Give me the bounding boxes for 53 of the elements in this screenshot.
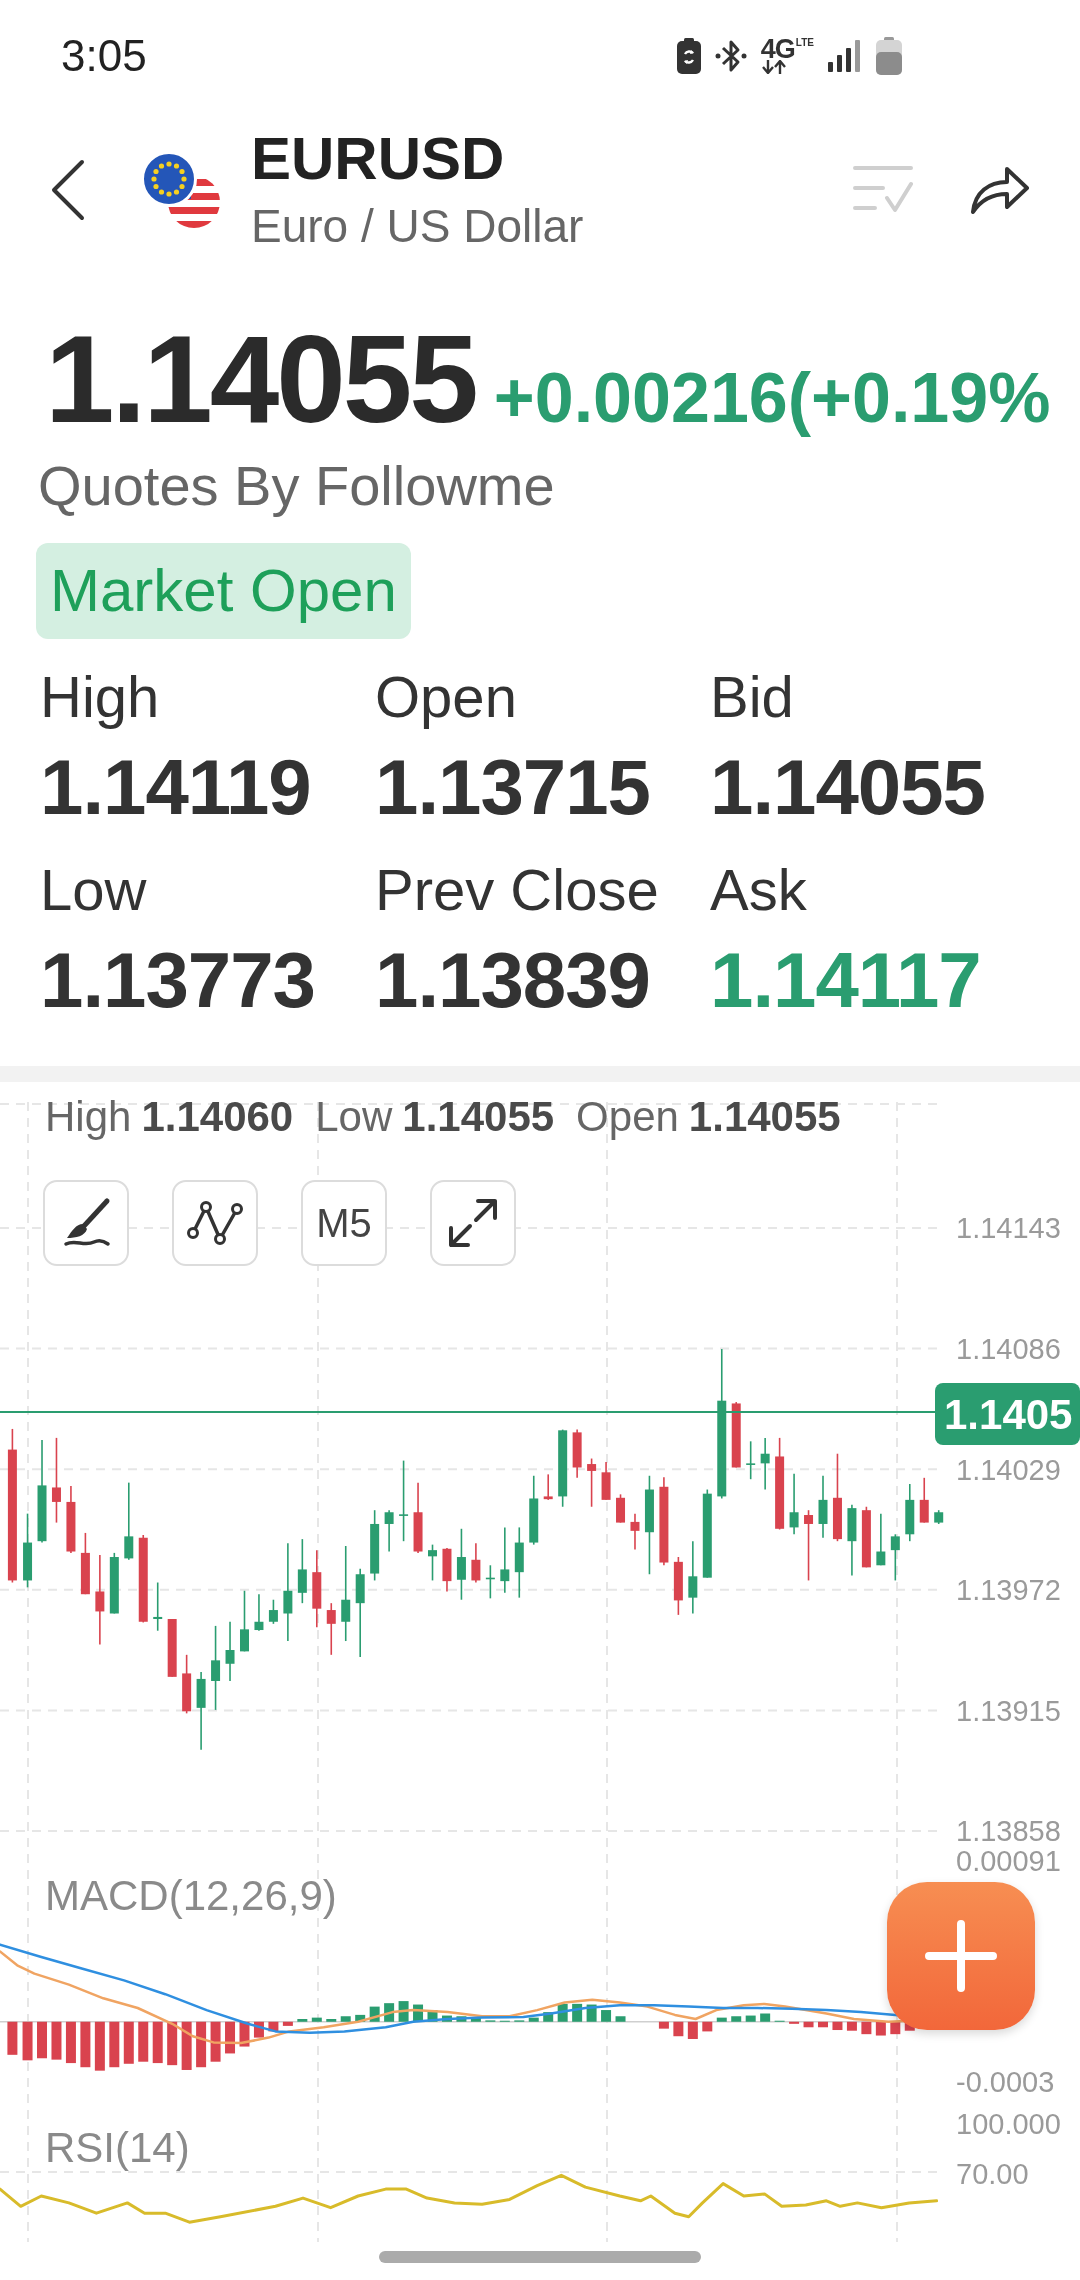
ohlc-label: High bbox=[45, 1093, 132, 1140]
stat-label: Open bbox=[375, 663, 518, 731]
stat-value: 1.13715 bbox=[375, 742, 651, 832]
stat-value: 1.13839 bbox=[375, 935, 651, 1025]
stat-label: Prev Close bbox=[375, 856, 660, 924]
price-axis-label: 1.13858 bbox=[956, 1815, 1061, 1848]
symbol-name: Euro / US Dollar bbox=[251, 199, 584, 254]
stat-value: 1.14119 bbox=[40, 742, 312, 832]
bluetooth-icon bbox=[714, 39, 747, 73]
stat-label: High bbox=[40, 663, 161, 731]
ohlc-value: 1.14055 bbox=[688, 1093, 841, 1140]
stat-value: 1.14055 bbox=[710, 742, 986, 832]
ohlc-value: 1.14060 bbox=[141, 1093, 294, 1140]
ohlc-value: 1.14055 bbox=[402, 1093, 555, 1140]
price-axis-label: 1.13972 bbox=[956, 1574, 1061, 1607]
stat-label: Ask bbox=[710, 856, 808, 924]
data-arrows-icon bbox=[760, 60, 787, 74]
fullscreen-button[interactable] bbox=[430, 1180, 516, 1266]
back-icon[interactable] bbox=[50, 159, 86, 221]
price-axis-label: 1.14029 bbox=[956, 1453, 1061, 1486]
currency-flags-icon bbox=[141, 151, 221, 229]
status-time: 3:05 bbox=[61, 34, 147, 78]
indicator-button[interactable] bbox=[172, 1180, 258, 1266]
stat-value: 1.14117 bbox=[710, 935, 982, 1025]
quote-source-label: Quotes By Followme bbox=[38, 454, 556, 518]
plus-icon bbox=[925, 1920, 997, 1992]
rsi-axis-label: 100.000 bbox=[956, 2108, 1061, 2141]
current-price: 1.14055 bbox=[45, 316, 476, 441]
rsi-title: RSI(14) bbox=[45, 2124, 190, 2171]
ohlc-label: Open bbox=[576, 1093, 679, 1140]
network-subtype-label: LTE bbox=[795, 38, 814, 48]
macd-axis-label: -0.0003 bbox=[956, 2066, 1055, 2099]
macd-title: MACD(12,26,9) bbox=[45, 1872, 337, 1919]
share-icon[interactable] bbox=[969, 164, 1031, 216]
symbol-title: EURUSD bbox=[251, 126, 506, 192]
price-axis-label: 1.14143 bbox=[956, 1212, 1061, 1245]
network-type-label: 4G bbox=[760, 38, 795, 60]
battery-icon bbox=[876, 37, 902, 75]
price-axis-label: 1.13915 bbox=[956, 1694, 1061, 1727]
macd-axis-label: 0.00091 bbox=[956, 1845, 1061, 1878]
timeframe-button[interactable]: M5 bbox=[301, 1180, 387, 1266]
price-axis-label: 1.14086 bbox=[956, 1333, 1061, 1366]
drawing-tools-button[interactable] bbox=[43, 1180, 129, 1266]
add-button[interactable] bbox=[887, 1882, 1035, 2030]
ohlc-label: Low bbox=[315, 1093, 393, 1140]
stat-label: Low bbox=[40, 856, 148, 924]
stat-value: 1.13773 bbox=[40, 935, 316, 1025]
last-price-tag: 1.1405 bbox=[935, 1383, 1080, 1445]
market-status-badge: Market Open bbox=[36, 543, 411, 639]
stat-label: Bid bbox=[710, 663, 795, 731]
rsi-axis-label: 70.00 bbox=[956, 2158, 1029, 2191]
battery-saver-icon bbox=[676, 38, 701, 74]
signal-icon bbox=[828, 40, 862, 72]
